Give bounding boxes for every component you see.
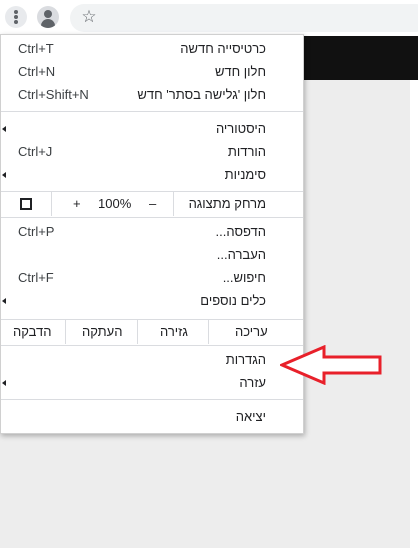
copy-button[interactable]: העתקה: [82, 324, 122, 339]
menu-item-label: חלון 'גלישה בסתר' חדש: [137, 87, 266, 102]
menu-item-label: הגדרות: [225, 352, 266, 367]
menu-item-shortcut: Ctrl+F: [18, 270, 54, 285]
menu-item-history[interactable]: היסטוריה: [1, 118, 303, 140]
menu-item-shortcut: Ctrl+N: [18, 64, 56, 79]
page-right-edge: [410, 80, 418, 548]
page-dark-header: [290, 36, 418, 80]
menu-item-settings[interactable]: הגדרות: [1, 349, 303, 371]
more-menu-kebab-icon[interactable]: [5, 6, 27, 28]
menu-item-label: חיפוש...: [222, 270, 266, 285]
menu-item-cast[interactable]: העברה...: [1, 244, 303, 266]
submenu-arrow-icon: [2, 380, 6, 386]
menu-item-label: כלים נוספים: [200, 293, 266, 308]
menu-item-downloads[interactable]: הורדות Ctrl+J: [1, 141, 303, 163]
menu-item-label: עזרה: [239, 375, 266, 390]
address-bar[interactable]: [70, 4, 418, 32]
submenu-arrow-icon: [2, 172, 6, 178]
menu-separator: [1, 111, 303, 112]
red-arrow-annotation-icon: [280, 345, 382, 385]
menu-item-help[interactable]: עזרה: [1, 372, 303, 394]
menu-item-label: כרטיסייה חדשה: [180, 41, 266, 56]
menu-item-shortcut: Ctrl+T: [18, 41, 54, 56]
menu-item-more-tools[interactable]: כלים נוספים: [1, 290, 303, 312]
edit-row: הדבקה העתקה גזירה עריכה: [1, 320, 303, 344]
zoom-level: 100%: [98, 196, 132, 211]
menu-item-label: חלון חדש: [214, 64, 266, 79]
menu-item-label: יציאה: [235, 409, 266, 424]
zoom-row: + 100% – מרחק מתצוגה: [1, 192, 303, 216]
browser-toolbar: ☆: [0, 0, 418, 36]
zoom-out-button[interactable]: –: [149, 196, 156, 211]
submenu-arrow-icon: [2, 298, 6, 304]
menu-item-print[interactable]: הדפסה... Ctrl+P: [1, 221, 303, 243]
edit-label: עריכה: [235, 324, 268, 339]
zoom-label: מרחק מתצוגה: [188, 196, 266, 211]
menu-item-shortcut: Ctrl+Shift+N: [18, 87, 89, 102]
menu-item-label: סימניות: [224, 167, 266, 182]
menu-item-exit[interactable]: יציאה: [1, 406, 303, 428]
chrome-main-menu: כרטיסייה חדשה Ctrl+T חלון חדש Ctrl+N חלו…: [0, 34, 304, 434]
cut-button[interactable]: גזירה: [160, 324, 188, 339]
menu-item-label: העברה...: [216, 247, 266, 262]
paste-button[interactable]: הדבקה: [13, 324, 51, 339]
menu-item-new-window[interactable]: חלון חדש Ctrl+N: [1, 61, 303, 83]
menu-item-bookmarks[interactable]: סימניות: [1, 164, 303, 186]
zoom-in-button[interactable]: +: [73, 196, 81, 211]
menu-separator: [1, 399, 303, 400]
menu-item-label: הדפסה...: [215, 224, 266, 239]
fullscreen-icon[interactable]: [20, 198, 32, 210]
profile-avatar-icon[interactable]: [37, 6, 59, 28]
menu-item-new-tab[interactable]: כרטיסייה חדשה Ctrl+T: [1, 38, 303, 60]
menu-separator: [1, 345, 303, 346]
bookmark-star-icon[interactable]: ☆: [80, 8, 98, 26]
menu-item-find[interactable]: חיפוש... Ctrl+F: [1, 267, 303, 289]
menu-item-shortcut: Ctrl+J: [18, 144, 53, 159]
submenu-arrow-icon: [2, 126, 6, 132]
menu-item-label: הורדות: [227, 144, 266, 159]
menu-separator: [1, 217, 303, 218]
menu-item-shortcut: Ctrl+P: [18, 224, 55, 239]
menu-item-label: היסטוריה: [215, 121, 266, 136]
menu-item-new-incognito-window[interactable]: חלון 'גלישה בסתר' חדש Ctrl+Shift+N: [1, 84, 303, 106]
